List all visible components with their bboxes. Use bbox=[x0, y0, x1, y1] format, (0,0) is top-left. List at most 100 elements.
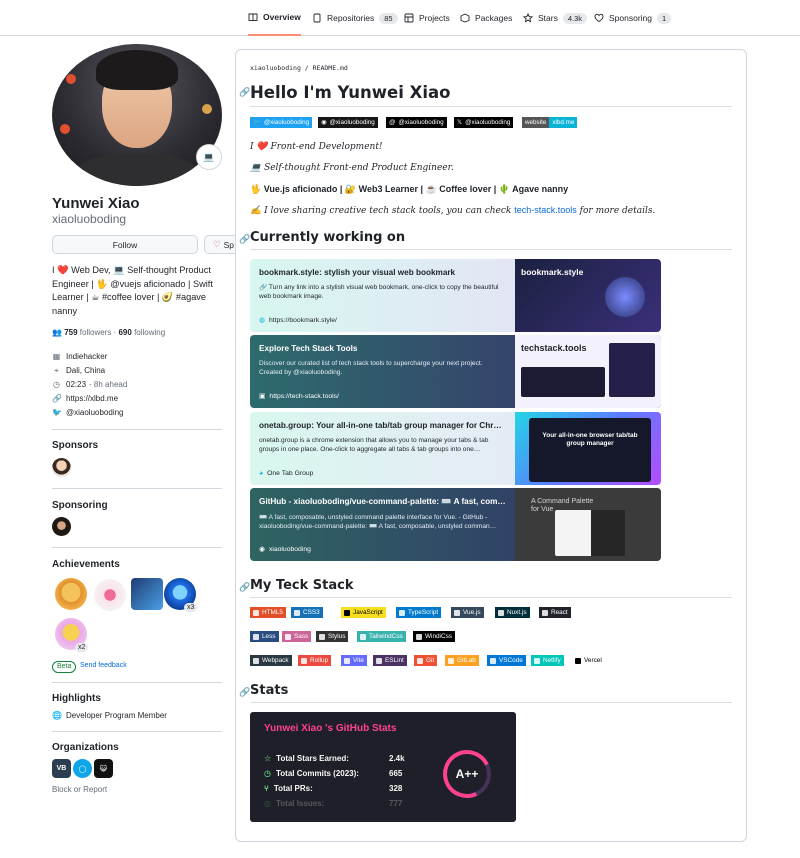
x-badge[interactable]: 𝕏 @xiaoluoboding bbox=[454, 117, 514, 128]
badge-value: xlbd.me bbox=[549, 117, 578, 128]
stats-row: ☆ Total Stars Earned: 2.4k bbox=[264, 754, 405, 763]
tech-badge-label: TailwindCss bbox=[369, 633, 403, 640]
tech-logo-icon bbox=[301, 657, 307, 664]
badge-label: website bbox=[522, 117, 550, 128]
card-url-text: One Tab Group bbox=[267, 470, 314, 477]
following-count[interactable]: 690 bbox=[118, 328, 131, 337]
tech-stack-link[interactable]: tech-stack.tools bbox=[514, 205, 577, 215]
tech-badge-label: Nuxt.js bbox=[507, 609, 527, 616]
tech-badge: React bbox=[539, 607, 571, 618]
tech-logo-icon bbox=[253, 609, 259, 616]
github-badge[interactable]: ◉ @xiaoluoboding bbox=[318, 117, 378, 128]
card-image: Your all-in-one browser tab/tab group ma… bbox=[515, 412, 661, 485]
badge-label: @xiaoluoboding bbox=[329, 117, 378, 128]
tab-projects[interactable]: Projects bbox=[404, 0, 450, 36]
link-card[interactable]: onetab.group: Your all-in-one tab/tab gr… bbox=[250, 412, 661, 485]
send-feedback-link[interactable]: Send feedback bbox=[80, 662, 127, 669]
org-avatar[interactable]: ◯ bbox=[73, 759, 92, 778]
achievement-badge[interactable] bbox=[131, 578, 163, 610]
website-item[interactable]: 🔗 https://xlbd.me bbox=[52, 394, 118, 403]
org-avatar[interactable]: 😺 bbox=[94, 759, 113, 778]
localtime-item: ◷ 02:23 - 8h ahead bbox=[52, 380, 127, 389]
intro-line: 🖖 Vue.js aficionado | 🔐 Web3 Learner | ☕… bbox=[250, 184, 569, 194]
table-icon bbox=[404, 13, 414, 23]
heart-icon: ♡ bbox=[213, 239, 221, 249]
divider bbox=[250, 597, 732, 598]
follow-counts: 👥 759 followers · 690 following bbox=[52, 328, 166, 337]
tab-packages[interactable]: Packages bbox=[460, 0, 512, 36]
website-badge[interactable]: website xlbd.me bbox=[522, 117, 578, 128]
stats-label: Total Issues: bbox=[275, 799, 325, 808]
tab-overview[interactable]: Overview bbox=[248, 0, 301, 36]
block-report-link[interactable]: Block or Report bbox=[52, 785, 107, 794]
link-icon[interactable]: 🔗 bbox=[239, 234, 250, 245]
tech-logo-icon bbox=[360, 633, 366, 640]
github-icon: ◉ bbox=[318, 117, 330, 128]
achievements-heading: Achievements bbox=[52, 559, 120, 570]
tab-stars[interactable]: Stars 4.3k bbox=[523, 0, 588, 36]
location-text: Dali, China bbox=[66, 366, 106, 375]
stats-value: 665 bbox=[389, 769, 403, 778]
card-url: ◍ https://bookmark.style/ bbox=[259, 316, 337, 325]
link-card[interactable]: bookmark.style: stylish your visual web … bbox=[250, 259, 661, 332]
link-card[interactable]: Explore Tech Stack Tools Discover our cu… bbox=[250, 335, 661, 408]
website-link[interactable]: https://xlbd.me bbox=[66, 394, 118, 403]
achievement-badge[interactable] bbox=[55, 578, 87, 610]
twitter-link[interactable]: @xiaoluoboding bbox=[66, 408, 124, 417]
sponsoring-avatar[interactable] bbox=[52, 517, 71, 536]
globe-icon: ◍ bbox=[259, 317, 265, 324]
breadcrumb-user[interactable]: xiaoluoboding bbox=[250, 64, 301, 72]
tech-logo-icon bbox=[416, 633, 422, 640]
book-icon bbox=[248, 13, 258, 22]
tech-badge: ESLint bbox=[373, 655, 407, 666]
tech-badge: Stylus bbox=[316, 631, 349, 642]
twitter-icon: 🐦 bbox=[250, 117, 264, 128]
rank-grade: A++ bbox=[455, 767, 479, 781]
stats-row: ◎ Total Issues: 777 bbox=[264, 799, 402, 808]
tech-badge-label: HTML5 bbox=[262, 609, 283, 616]
tab-label: Sponsoring bbox=[609, 13, 653, 23]
followers-label[interactable]: followers bbox=[80, 328, 112, 337]
follow-button[interactable]: Follow bbox=[52, 235, 198, 254]
issue-icon: ◎ bbox=[264, 799, 271, 808]
link-icon: 🔗 bbox=[52, 394, 62, 403]
tech-badge: Vercel bbox=[572, 655, 605, 666]
favicon-icon: ▣ bbox=[259, 393, 266, 400]
github-stats-card[interactable]: Yunwei Xiao 's GitHub Stats ☆ Total Stars… bbox=[250, 712, 516, 822]
card-image-label: techstack.tools bbox=[521, 343, 587, 353]
timezone-note: - 8h ahead bbox=[89, 380, 128, 389]
followers-count[interactable]: 759 bbox=[64, 328, 77, 337]
twitter-icon: 🐦 bbox=[52, 408, 62, 417]
card-text: onetab.group: Your all-in-one tab/tab gr… bbox=[250, 412, 515, 485]
badge-label: @xiaoluoboding bbox=[398, 117, 447, 128]
status-emoji[interactable]: 💻 bbox=[196, 144, 222, 170]
sponsor-avatar[interactable] bbox=[52, 458, 71, 477]
twitter-badge[interactable]: 🐦 @xiaoluoboding bbox=[250, 117, 313, 128]
following-label[interactable]: following bbox=[134, 328, 165, 337]
profile-login: xiaoluoboding bbox=[52, 212, 127, 226]
avatar[interactable] bbox=[52, 44, 222, 186]
tech-badge: GitLab bbox=[445, 655, 479, 666]
tech-badge-label: Stylus bbox=[328, 633, 346, 640]
avatar-shirt bbox=[72, 154, 202, 186]
card-url: ▣ https://tech-stack.tools/ bbox=[259, 392, 339, 401]
achievement-count: x2 bbox=[75, 643, 89, 652]
avatar-hair bbox=[96, 50, 178, 90]
org-avatar[interactable]: VB bbox=[52, 759, 71, 778]
intro-text: ✍️ I love sharing creative tech stack to… bbox=[250, 206, 512, 216]
count-badge: 1 bbox=[657, 12, 672, 24]
tech-badge: Sass bbox=[282, 631, 312, 642]
link-icon[interactable]: 🔗 bbox=[239, 87, 250, 98]
link-card[interactable]: GitHub - xiaoluoboding/vue-command-palet… bbox=[250, 488, 661, 561]
tech-badge-label: React bbox=[551, 609, 568, 616]
link-icon[interactable]: 🔗 bbox=[239, 582, 250, 593]
github-icon: ◉ bbox=[259, 546, 265, 553]
count-badge: 4.3k bbox=[562, 12, 588, 24]
card-title: Explore Tech Stack Tools bbox=[259, 344, 358, 353]
tab-sponsoring[interactable]: Sponsoring 1 bbox=[594, 0, 672, 36]
twitter-item[interactable]: 🐦 @xiaoluoboding bbox=[52, 408, 124, 417]
link-icon[interactable]: 🔗 bbox=[239, 687, 250, 698]
threads-badge[interactable]: @ @xiaoluoboding bbox=[386, 117, 447, 128]
tab-repositories[interactable]: Repositories 85 bbox=[312, 0, 398, 36]
achievement-badge[interactable] bbox=[94, 579, 126, 611]
